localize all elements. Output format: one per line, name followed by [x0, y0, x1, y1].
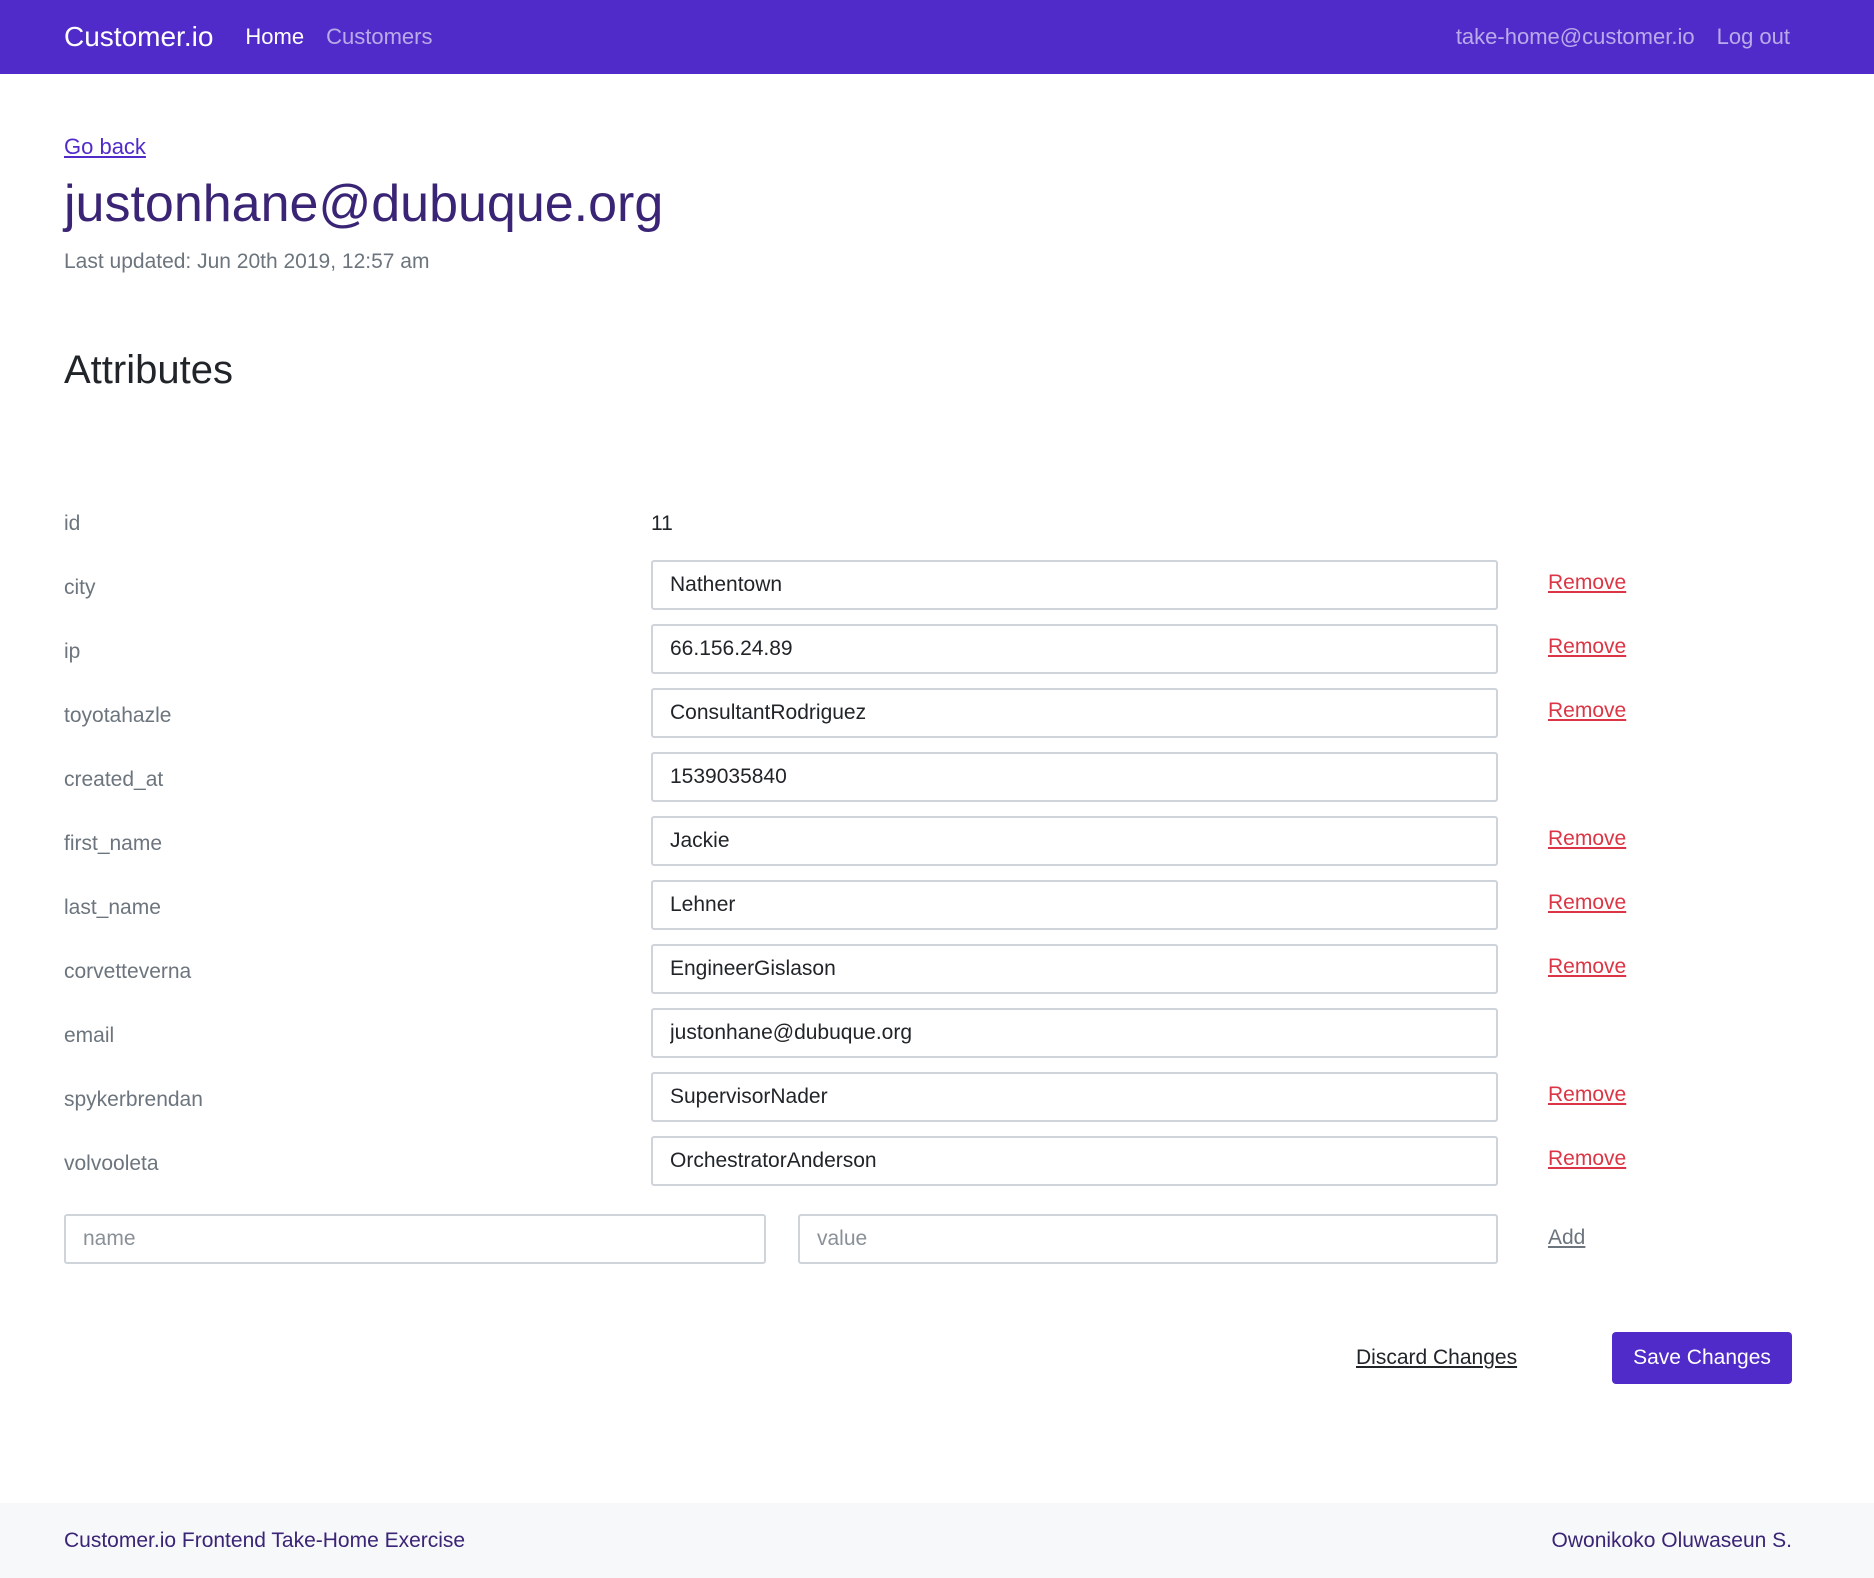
user-email-link[interactable]: take-home@customer.io: [1456, 24, 1695, 50]
attribute-row-toyotahazle: toyotahazle Remove: [64, 688, 1794, 754]
attribute-name: created_at: [64, 768, 164, 791]
attribute-value-input[interactable]: [651, 944, 1498, 994]
attribute-row-corvetteverna: corvetteverna Remove: [64, 944, 1794, 1010]
attribute-row-city: city Remove: [64, 560, 1794, 626]
new-attribute-name-input[interactable]: [64, 1214, 766, 1264]
page-title: justonhane@dubuque.org: [64, 175, 664, 233]
attribute-value-input[interactable]: [651, 688, 1498, 738]
attribute-name: ip: [64, 640, 81, 663]
attribute-name: volvooleta: [64, 1152, 159, 1175]
attribute-name: email: [64, 1024, 115, 1047]
attribute-name: id: [64, 512, 81, 535]
attribute-value-input[interactable]: [651, 1136, 1498, 1186]
attribute-row-spykerbrendan: spykerbrendan Remove: [64, 1072, 1794, 1138]
remove-attribute-link[interactable]: Remove: [1548, 571, 1626, 595]
attribute-row-created-at: created_at: [64, 752, 1794, 818]
discard-changes-link[interactable]: Discard Changes: [1356, 1346, 1517, 1370]
new-attribute-form: Add: [64, 1214, 1794, 1264]
remove-attribute-link[interactable]: Remove: [1548, 955, 1626, 979]
attribute-value-input[interactable]: [651, 1008, 1498, 1058]
logout-link[interactable]: Log out: [1717, 24, 1790, 50]
save-changes-button[interactable]: Save Changes: [1612, 1332, 1792, 1384]
remove-attribute-link[interactable]: Remove: [1548, 891, 1626, 915]
page-footer: Customer.io Frontend Take-Home Exercise …: [0, 1503, 1874, 1578]
attribute-name: city: [64, 576, 96, 599]
add-attribute-link[interactable]: Add: [1548, 1226, 1585, 1250]
nav-link-customers[interactable]: Customers: [326, 24, 432, 50]
attribute-value-static: 11: [651, 512, 673, 535]
nav-link-home[interactable]: Home: [245, 24, 304, 50]
top-navbar: Customer.io Home Customers take-home@cus…: [0, 0, 1874, 74]
brand-logo-link[interactable]: Customer.io: [64, 21, 213, 53]
attribute-value-input[interactable]: [651, 752, 1498, 802]
attribute-name: first_name: [64, 832, 163, 855]
go-back-link[interactable]: Go back: [64, 134, 146, 160]
attribute-value-input[interactable]: [651, 880, 1498, 930]
footer-author-text: Owonikoko Oluwaseun S.: [1551, 1528, 1792, 1552]
attribute-name: spykerbrendan: [64, 1088, 203, 1111]
attribute-row-email: email: [64, 1008, 1794, 1074]
last-updated-text: Last updated: Jun 20th 2019, 12:57 am: [64, 250, 430, 273]
remove-attribute-link[interactable]: Remove: [1548, 1083, 1626, 1107]
attribute-name: last_name: [64, 896, 161, 919]
remove-attribute-link[interactable]: Remove: [1548, 699, 1626, 723]
new-attribute-value-input[interactable]: [798, 1214, 1498, 1264]
form-actions: Discard Changes Save Changes: [64, 1332, 1794, 1384]
attribute-row-volvooleta: volvooleta Remove: [64, 1136, 1794, 1202]
attribute-row-ip: ip Remove: [64, 624, 1794, 690]
attribute-row-id: id 11: [64, 512, 1794, 562]
navbar-user-area: take-home@customer.io Log out: [1434, 24, 1810, 50]
attribute-value-input[interactable]: [651, 1072, 1498, 1122]
attribute-value-input[interactable]: [651, 560, 1498, 610]
attribute-value-input[interactable]: [651, 624, 1498, 674]
remove-attribute-link[interactable]: Remove: [1548, 827, 1626, 851]
footer-left-text: Customer.io Frontend Take-Home Exercise: [64, 1528, 466, 1552]
remove-attribute-link[interactable]: Remove: [1548, 1147, 1626, 1171]
attribute-name: corvetteverna: [64, 960, 192, 983]
attribute-row-first-name: first_name Remove: [64, 816, 1794, 882]
attribute-value-input[interactable]: [651, 816, 1498, 866]
remove-attribute-link[interactable]: Remove: [1548, 635, 1626, 659]
attributes-heading: Attributes: [64, 348, 233, 392]
attribute-row-last-name: last_name Remove: [64, 880, 1794, 946]
attribute-name: toyotahazle: [64, 704, 172, 727]
